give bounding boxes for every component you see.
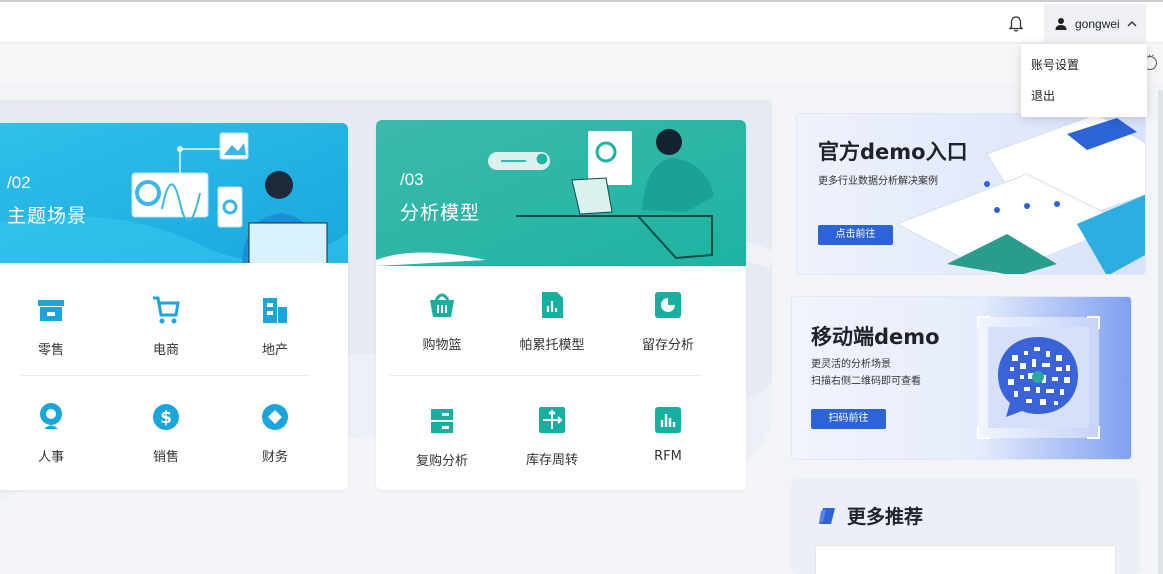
top-header: gongwei — [0, 2, 1163, 44]
column-chart-icon — [655, 407, 681, 433]
scenario-banner — [0, 123, 348, 263]
scenario-item-label: 电商 — [152, 343, 179, 358]
stack-icon — [431, 409, 453, 433]
building-icon — [263, 298, 287, 323]
scenario-item-label: 财务 — [261, 450, 288, 465]
scenario-title: 主题场景 — [7, 205, 88, 227]
store-icon — [38, 300, 64, 321]
scenario-item-sales[interactable]: $ 销售 — [126, 402, 206, 465]
person-icon — [40, 403, 62, 429]
recommend-list — [815, 545, 1116, 574]
model-item-label: 留存分析 — [641, 338, 694, 353]
cart-icon — [153, 296, 180, 324]
model-card[interactable]: /03 分析模型 购物篮 帕累托模型 留存分析 复购分析 库存周转 RFM — [376, 120, 746, 490]
scenario-item-realestate[interactable]: 地产 — [235, 295, 315, 358]
user-icon — [1055, 18, 1067, 30]
mobile-demo-button[interactable]: 扫码前往 — [811, 409, 886, 429]
scenario-item-ecommerce[interactable]: 电商 — [126, 295, 206, 358]
official-demo-subtitle: 更多行业数据分析解决案例 — [818, 176, 938, 187]
scenario-item-hr[interactable]: 人事 — [11, 402, 91, 465]
scenario-item-finance[interactable]: 财务 — [235, 402, 315, 465]
official-demo-title: 官方demo入口 — [818, 140, 968, 164]
bell-icon[interactable] — [1006, 14, 1026, 34]
model-title: 分析模型 — [400, 202, 481, 224]
recommend-section: 更多推荐 — [791, 478, 1140, 574]
axis-icon — [539, 407, 565, 433]
mobile-demo-line1: 更灵活的分析场景 — [811, 359, 891, 370]
mobile-demo-title: 移动端demo — [811, 325, 940, 349]
scenario-item-label: 销售 — [152, 450, 179, 465]
menu-item-account-settings[interactable]: 账号设置 — [1021, 50, 1147, 81]
model-item-repurchase[interactable]: 复购分析 — [402, 406, 482, 469]
bookmark-icon — [819, 508, 835, 524]
mobile-demo-line2: 扫描右侧二维码即可查看 — [811, 376, 921, 387]
mobile-demo-card[interactable]: 移动端demo 更灵活的分析场景 扫描右侧二维码即可查看 扫码前往 — [791, 296, 1132, 460]
scenario-item-retail[interactable]: 零售 — [11, 295, 91, 358]
model-item-label: 库存周转 — [525, 453, 578, 468]
scrollbar[interactable] — [1158, 90, 1163, 574]
scenario-item-label: 人事 — [37, 450, 64, 465]
official-demo-button[interactable]: 点击前往 — [818, 225, 893, 245]
qr-code-icon[interactable] — [976, 315, 1101, 440]
model-item-retention[interactable]: 留存分析 — [628, 290, 708, 353]
scenario-card[interactable]: /02 主题场景 零售 电商 地产 人事 $ 销售 财务 — [0, 123, 348, 490]
model-divider — [390, 375, 702, 376]
basket-icon — [430, 293, 454, 317]
username: gongwei — [1075, 17, 1120, 31]
diamond-icon — [262, 404, 288, 430]
official-demo-card[interactable]: 官方demo入口 更多行业数据分析解决案例 点击前往 — [796, 113, 1146, 275]
model-item-inventory[interactable]: 库存周转 — [512, 405, 592, 468]
model-banner — [376, 120, 746, 266]
user-menu-trigger[interactable]: gongwei — [1044, 4, 1146, 44]
scenario-divider — [20, 375, 310, 376]
model-item-basket[interactable]: 购物篮 — [402, 290, 482, 353]
scenario-item-label: 零售 — [37, 343, 64, 358]
svg-text:$: $ — [160, 408, 172, 428]
recommend-title: 更多推荐 — [847, 506, 924, 528]
scenario-item-label: 地产 — [261, 343, 288, 358]
model-item-label: RFM — [654, 449, 682, 464]
menu-item-logout[interactable]: 退出 — [1021, 81, 1147, 112]
sub-toolbar — [0, 44, 1163, 82]
model-item-label: 购物篮 — [422, 338, 462, 353]
bar-chart-icon — [542, 292, 563, 318]
model-tag: /03 — [400, 170, 424, 189]
model-illustration — [376, 120, 746, 266]
scenario-tag: /02 — [7, 173, 31, 192]
scenario-illustration — [0, 123, 348, 263]
chevron-up-icon — [1127, 21, 1137, 27]
model-item-label: 复购分析 — [415, 454, 468, 469]
model-item-label: 帕累托模型 — [519, 338, 585, 353]
model-item-rfm[interactable]: RFM — [628, 405, 708, 464]
dollar-icon: $ — [153, 404, 179, 430]
model-item-pareto[interactable]: 帕累托模型 — [512, 290, 592, 353]
pie-chart-icon — [655, 292, 681, 318]
user-dropdown-menu: 账号设置 退出 — [1021, 44, 1147, 117]
